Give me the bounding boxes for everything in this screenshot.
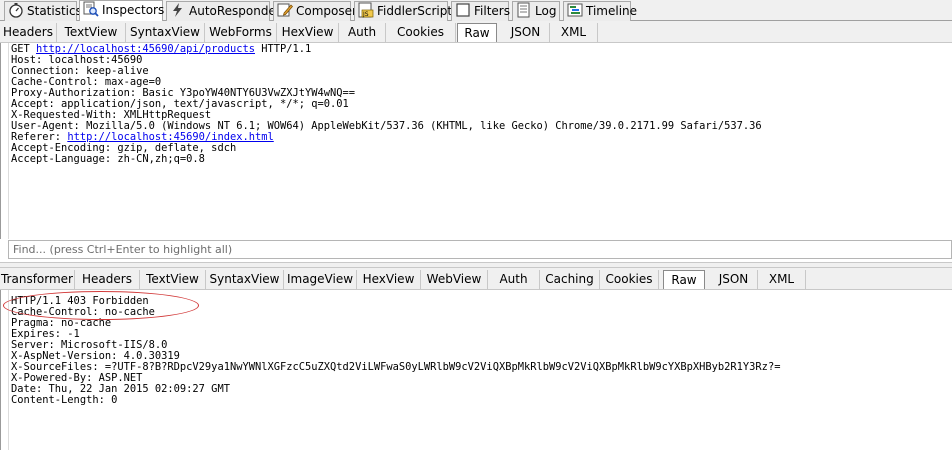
script-icon: JS [358, 2, 374, 18]
pane-gutter [8, 290, 9, 450]
tab-autoresponder[interactable]: AutoResponder [166, 1, 281, 21]
magnifier-icon [83, 1, 99, 17]
request-raw-text[interactable]: GET http://localhost:45690/api/products … [11, 44, 762, 165]
req-tab-auth[interactable]: Auth [339, 23, 386, 42]
tab-fiddlerscript[interactable]: JS FiddlerScript [354, 1, 452, 21]
pane-gutter [8, 43, 9, 239]
resp-tab-syntaxview[interactable]: SyntaxView [206, 270, 284, 289]
stopwatch-icon [8, 2, 24, 18]
request-protocol: HTTP/1.1 [254, 43, 312, 55]
request-raw-pane[interactable]: GET http://localhost:45690/api/products … [0, 43, 952, 239]
log-icon [516, 2, 532, 18]
resp-tab-hexview[interactable]: HexView [357, 270, 421, 289]
req-tab-json[interactable]: JSON [502, 23, 550, 42]
response-tab-strip: Transformer Headers TextView SyntaxView … [0, 268, 952, 290]
tab-timeline[interactable]: Timeline [563, 1, 637, 21]
req-tab-xml[interactable]: XML [550, 23, 598, 42]
req-tab-raw[interactable]: Raw [457, 23, 497, 42]
req-tab-textview[interactable]: TextView [57, 23, 126, 42]
resp-tab-json[interactable]: JSON [710, 270, 758, 289]
resp-tab-auth[interactable]: Auth [488, 270, 540, 289]
find-input[interactable] [9, 241, 951, 258]
annotation-ellipse [3, 291, 199, 320]
resp-tab-transformer[interactable]: Transformer [0, 270, 75, 289]
req-tab-cookies[interactable]: Cookies [386, 23, 456, 42]
svg-text:JS: JS [362, 11, 369, 18]
resp-tab-imageview[interactable]: ImageView [284, 270, 357, 289]
response-header-line: Content-Length: 0 [11, 394, 118, 406]
req-tab-syntaxview[interactable]: SyntaxView [126, 23, 205, 42]
checkbox-icon [455, 2, 471, 18]
tab-inspectors[interactable]: Inspectors [79, 0, 164, 21]
request-tab-strip: Headers TextView SyntaxView WebForms Hex… [0, 21, 952, 43]
tab-statistics[interactable]: Statistics [4, 1, 82, 21]
resp-tab-webview[interactable]: WebView [421, 270, 488, 289]
resp-tab-cookies[interactable]: Cookies [600, 270, 659, 289]
resp-tab-textview[interactable]: TextView [140, 270, 206, 289]
lightning-icon [170, 2, 186, 18]
req-tab-webforms[interactable]: WebForms [205, 23, 277, 42]
tab-composer[interactable]: Composer [273, 1, 357, 21]
tab-filters[interactable]: Filters [451, 1, 510, 21]
req-tab-hexview[interactable]: HexView [277, 23, 339, 42]
resp-tab-xml[interactable]: XML [758, 270, 806, 289]
timeline-icon [567, 2, 583, 18]
find-bar [8, 240, 952, 259]
pencil-icon [277, 2, 293, 18]
req-tab-headers[interactable]: Headers [0, 23, 57, 42]
resp-tab-raw[interactable]: Raw [663, 270, 705, 289]
resp-tab-headers[interactable]: Headers [75, 270, 140, 289]
resp-tab-caching[interactable]: Caching [540, 270, 600, 289]
main-tab-bar: Statistics Inspectors AutoResponder Comp… [0, 0, 952, 21]
request-header-line: Accept-Language: zh-CN,zh;q=0.8 [11, 153, 205, 165]
tab-log[interactable]: Log [512, 1, 560, 21]
